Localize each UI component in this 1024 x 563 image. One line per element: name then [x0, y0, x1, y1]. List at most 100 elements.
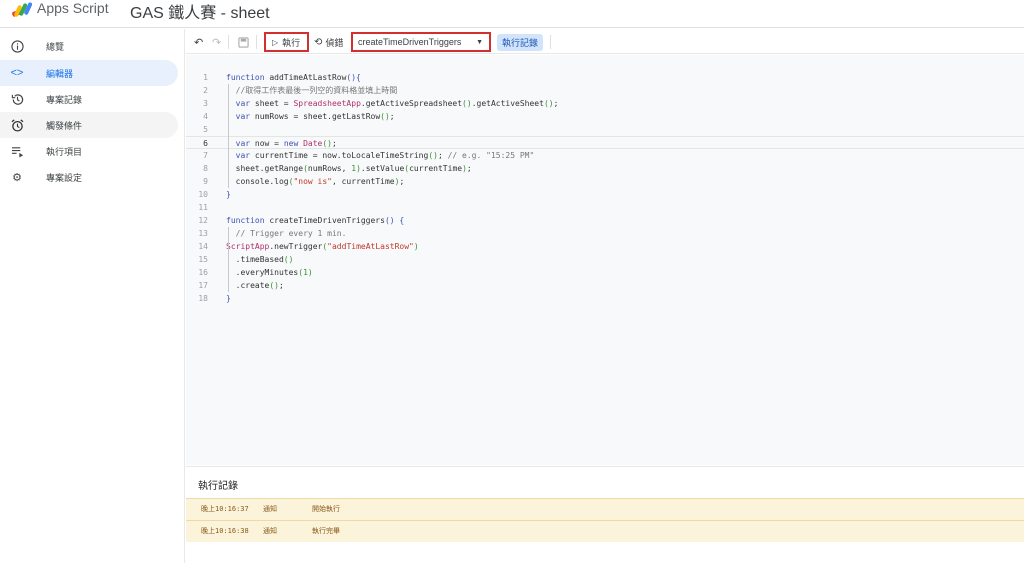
code-line[interactable]: 4 var numRows = sheet.getLastRow(); [186, 110, 1024, 123]
debug-label: 偵錯 [325, 37, 344, 48]
code-token: ; [279, 281, 284, 290]
code-line[interactable]: 16 .everyMinutes(1) [186, 266, 1024, 279]
code-line[interactable]: 18} [186, 292, 1024, 305]
log-row: 晚上10:16:38 通知 執行完畢 [186, 520, 1024, 542]
code-text: .everyMinutes(1) [226, 266, 313, 279]
code-token: Date [303, 139, 323, 148]
code-line[interactable]: 7 var currentTime = now.toLocaleTimeStri… [186, 149, 1024, 162]
function-select[interactable]: createTimeDrivenTriggers ▼ [351, 32, 491, 52]
sidebar-item-editor[interactable]: <> 編輯器 [0, 60, 178, 86]
code-text: sheet.getRange(numRows, 1).setValue(curr… [226, 162, 472, 175]
code-token: ; [332, 139, 337, 148]
indent-guide [228, 84, 229, 188]
code-line[interactable]: 6 var now = new Date(); [186, 136, 1024, 149]
project-title[interactable]: GAS 鐵人賽 - sheet [130, 0, 270, 23]
code-token: ; [399, 177, 405, 186]
line-number: 9 [203, 177, 208, 186]
app-name[interactable]: Apps Script [37, 0, 109, 16]
code-token: ; [553, 99, 559, 108]
sidebar-item-overview[interactable]: 總覽 [0, 33, 178, 59]
line-number: 2 [203, 86, 208, 95]
code-line[interactable]: 11 [186, 201, 1024, 214]
code-token: .create [226, 281, 270, 290]
code-line[interactable]: 3 var sheet = SpreadsheetApp.getActiveSp… [186, 97, 1024, 110]
info-icon [10, 39, 24, 53]
code-token: var [235, 112, 251, 121]
code-token: function [226, 216, 265, 225]
code-line[interactable]: 1 function addTimeAtLastRow(){ [186, 71, 1024, 84]
code-token: var [235, 139, 251, 148]
sidebar-item-settings[interactable]: ⚙ 專案設定 [0, 164, 178, 190]
code-token: () [384, 216, 395, 225]
code-text: function createTimeDrivenTriggers() { [226, 214, 404, 227]
code-line[interactable]: 2 //取得工作表最後一列空的資料格並填上時間 [186, 84, 1024, 97]
sidebar-item-history[interactable]: 專案記錄 [0, 86, 178, 112]
code-text: //取得工作表最後一列空的資料格並填上時間 [226, 84, 398, 97]
code-token: () [543, 99, 554, 108]
code-text: } [226, 188, 231, 201]
code-token: // e.g. "15:25 PM" [447, 151, 535, 160]
code-token: numRows = sheet.getLastRow [250, 112, 381, 121]
gear-icon: ⚙ [12, 171, 22, 184]
code-token: () [322, 139, 332, 148]
code-line[interactable]: 15 .timeBased() [186, 253, 1024, 266]
code-token: var [235, 99, 251, 108]
code-token: addTimeAtLastRow [264, 73, 347, 82]
code-token: () [462, 99, 472, 108]
code-token: //取得工作表最後一列空的資料格並填上時間 [226, 86, 398, 95]
code-token: .newTrigger [269, 242, 323, 251]
alarm-icon [10, 118, 24, 132]
code-line[interactable]: 8 sheet.getRange(numRows, 1).setValue(cu… [186, 162, 1024, 175]
redo-icon[interactable]: ↷ [212, 32, 221, 52]
code-token: ; [389, 112, 395, 121]
play-icon: ▷ [272, 37, 279, 47]
code-token: "addTimeAtLastRow" [327, 242, 414, 251]
code-token: createTimeDrivenTriggers [264, 216, 385, 225]
code-token: , currentTime [331, 177, 395, 186]
code-token: .setValue [360, 164, 405, 173]
code-text: var sheet = SpreadsheetApp.getActiveSpre… [226, 97, 559, 110]
save-icon[interactable] [238, 32, 249, 52]
code-token: .getActiveSpreadsheet [360, 99, 463, 108]
divider [256, 35, 257, 49]
code-token: .everyMinutes [226, 268, 299, 277]
undo-icon[interactable]: ↶ [194, 32, 203, 52]
divider [228, 35, 229, 49]
code-token: sheet.getRange [226, 164, 304, 173]
code-token: .timeBased [226, 255, 284, 264]
code-text: ScriptApp.newTrigger("addTimeAtLastRow") [226, 240, 419, 253]
indent-guide [228, 227, 229, 292]
code-token: (){ [346, 73, 361, 82]
log-message: 開始執行 [312, 505, 340, 513]
caret-down-icon: ▼ [476, 38, 483, 46]
code-token: () [380, 112, 390, 121]
code-line[interactable]: 14 ScriptApp.newTrigger("addTimeAtLastRow… [186, 240, 1024, 253]
code-line[interactable]: 5 [186, 123, 1024, 136]
debug-button[interactable]: ⟲ 偵錯 [314, 32, 343, 52]
code-line[interactable]: 12 function createTimeDrivenTriggers() { [186, 214, 1024, 227]
line-number: 13 [198, 229, 208, 238]
sidebar-item-label: 總覽 [46, 41, 65, 52]
code-token: ) [307, 268, 313, 277]
code-editor[interactable]: 1 function addTimeAtLastRow(){2 //取得工作表最後… [186, 55, 1024, 465]
sidebar-item-executions[interactable]: 執行項目 [0, 138, 178, 164]
code-line[interactable]: 13 // Trigger every 1 min. [186, 227, 1024, 240]
execution-log-button[interactable]: 執行記錄 [497, 34, 544, 51]
code-line[interactable]: 17 .create(); [186, 279, 1024, 292]
code-token: } [226, 294, 231, 303]
code-line[interactable]: 10} [186, 188, 1024, 201]
code-text: console.log("now is", currentTime); [226, 175, 405, 188]
code-token: new [283, 139, 299, 148]
run-button[interactable]: ▷ 執行 [264, 32, 309, 52]
code-token: console.log [226, 177, 289, 186]
sidebar-item-triggers[interactable]: 觸發條件 [0, 112, 178, 138]
code-icon: <> [10, 67, 24, 79]
code-token: function [226, 73, 265, 82]
code-token: } [226, 190, 231, 199]
divider [550, 35, 551, 49]
code-line[interactable]: 9 console.log("now is", currentTime); [186, 175, 1024, 188]
line-number: 18 [198, 294, 208, 303]
code-token: ; [437, 151, 448, 160]
app-header: Apps Script GAS 鐵人賽 - sheet [0, 0, 1024, 28]
list-play-icon [10, 144, 24, 158]
